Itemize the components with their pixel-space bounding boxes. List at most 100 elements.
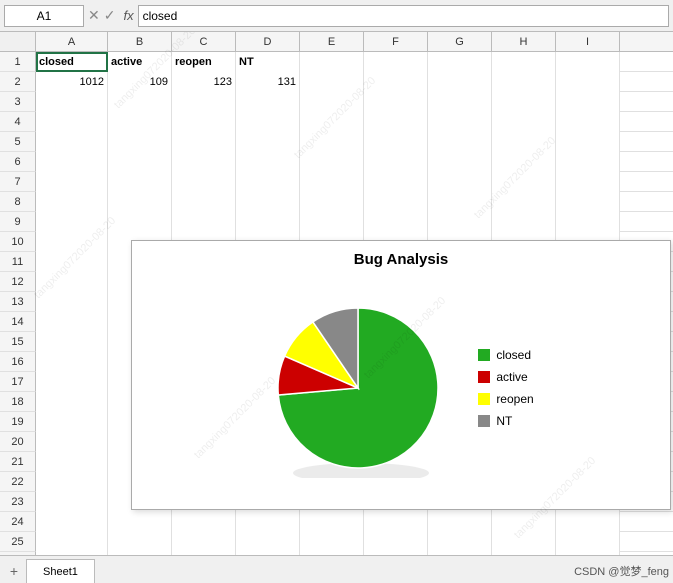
cell-r9-c2[interactable]: [108, 212, 172, 232]
cell-r17-c1[interactable]: [36, 372, 108, 392]
cell-r23-c1[interactable]: [36, 492, 108, 512]
cell-r5-c1[interactable]: [36, 132, 108, 152]
cell-r7-c9[interactable]: [556, 172, 620, 192]
cell-r1-c7[interactable]: [428, 52, 492, 72]
cell-r19-c1[interactable]: [36, 412, 108, 432]
cell-r6-c6[interactable]: [364, 152, 428, 172]
cell-r25-c4[interactable]: [236, 532, 300, 552]
cell-r26-c9[interactable]: [556, 552, 620, 555]
cell-r24-c3[interactable]: [172, 512, 236, 532]
cell-r3-c5[interactable]: [300, 92, 364, 112]
cell-r2-c4[interactable]: 131: [236, 72, 300, 92]
sheet-tab-sheet1[interactable]: Sheet1: [26, 559, 95, 583]
cell-r8-c2[interactable]: [108, 192, 172, 212]
cell-r5-c5[interactable]: [300, 132, 364, 152]
cell-r24-c2[interactable]: [108, 512, 172, 532]
chart-container[interactable]: Bug Analysis closedactivereopenNT: [131, 240, 671, 510]
row-header-10[interactable]: 10: [0, 232, 36, 252]
row-header-3[interactable]: 3: [0, 92, 36, 112]
row-header-14[interactable]: 14: [0, 312, 36, 332]
cell-r26-c6[interactable]: [364, 552, 428, 555]
cell-r5-c3[interactable]: [172, 132, 236, 152]
row-header-19[interactable]: 19: [0, 412, 36, 432]
cell-r12-c1[interactable]: [36, 272, 108, 292]
cell-r25-c5[interactable]: [300, 532, 364, 552]
cell-r22-c1[interactable]: [36, 472, 108, 492]
cell-r24-c8[interactable]: [492, 512, 556, 532]
name-box[interactable]: A1: [4, 5, 84, 27]
cell-r7-c8[interactable]: [492, 172, 556, 192]
cell-r6-c7[interactable]: [428, 152, 492, 172]
cell-r1-c1[interactable]: closed: [36, 52, 108, 72]
row-header-21[interactable]: 21: [0, 452, 36, 472]
row-header-22[interactable]: 22: [0, 472, 36, 492]
cell-r25-c2[interactable]: [108, 532, 172, 552]
cell-r9-c5[interactable]: [300, 212, 364, 232]
cell-r8-c7[interactable]: [428, 192, 492, 212]
cell-r4-c7[interactable]: [428, 112, 492, 132]
cell-r26-c5[interactable]: [300, 552, 364, 555]
cell-r3-c1[interactable]: [36, 92, 108, 112]
col-header-b[interactable]: B: [108, 32, 172, 51]
cell-r6-c5[interactable]: [300, 152, 364, 172]
cell-r8-c3[interactable]: [172, 192, 236, 212]
cell-r8-c5[interactable]: [300, 192, 364, 212]
row-header-16[interactable]: 16: [0, 352, 36, 372]
cell-r1-c9[interactable]: [556, 52, 620, 72]
col-header-d[interactable]: D: [236, 32, 300, 51]
cell-r1-c4[interactable]: NT: [236, 52, 300, 72]
row-header-17[interactable]: 17: [0, 372, 36, 392]
cell-r4-c9[interactable]: [556, 112, 620, 132]
col-header-h[interactable]: H: [492, 32, 556, 51]
cell-r24-c1[interactable]: [36, 512, 108, 532]
row-header-5[interactable]: 5: [0, 132, 36, 152]
cell-r2-c1[interactable]: 1012: [36, 72, 108, 92]
cell-r9-c7[interactable]: [428, 212, 492, 232]
cell-r25-c7[interactable]: [428, 532, 492, 552]
cell-r4-c6[interactable]: [364, 112, 428, 132]
cell-r6-c8[interactable]: [492, 152, 556, 172]
cell-r5-c9[interactable]: [556, 132, 620, 152]
cell-r13-c1[interactable]: [36, 292, 108, 312]
cell-r4-c1[interactable]: [36, 112, 108, 132]
cell-r16-c1[interactable]: [36, 352, 108, 372]
cell-r4-c2[interactable]: [108, 112, 172, 132]
col-header-a[interactable]: A: [36, 32, 108, 51]
row-header-4[interactable]: 4: [0, 112, 36, 132]
cell-r3-c6[interactable]: [364, 92, 428, 112]
cell-r4-c8[interactable]: [492, 112, 556, 132]
cell-r8-c9[interactable]: [556, 192, 620, 212]
cell-r24-c4[interactable]: [236, 512, 300, 532]
cell-r7-c5[interactable]: [300, 172, 364, 192]
cell-r4-c5[interactable]: [300, 112, 364, 132]
cell-r24-c6[interactable]: [364, 512, 428, 532]
cell-r5-c7[interactable]: [428, 132, 492, 152]
cell-r20-c1[interactable]: [36, 432, 108, 452]
cell-r3-c9[interactable]: [556, 92, 620, 112]
cell-r8-c8[interactable]: [492, 192, 556, 212]
cell-r7-c4[interactable]: [236, 172, 300, 192]
cell-r5-c4[interactable]: [236, 132, 300, 152]
cell-r5-c2[interactable]: [108, 132, 172, 152]
cell-r25-c1[interactable]: [36, 532, 108, 552]
cell-r3-c3[interactable]: [172, 92, 236, 112]
cell-r4-c3[interactable]: [172, 112, 236, 132]
cell-r7-c6[interactable]: [364, 172, 428, 192]
cell-r6-c4[interactable]: [236, 152, 300, 172]
col-header-e[interactable]: E: [300, 32, 364, 51]
cell-r3-c4[interactable]: [236, 92, 300, 112]
cell-r25-c8[interactable]: [492, 532, 556, 552]
row-header-6[interactable]: 6: [0, 152, 36, 172]
cell-r24-c7[interactable]: [428, 512, 492, 532]
cell-r2-c8[interactable]: [492, 72, 556, 92]
row-header-26[interactable]: 26: [0, 552, 36, 555]
cancel-icon[interactable]: ✕: [88, 7, 100, 24]
cell-r6-c9[interactable]: [556, 152, 620, 172]
cell-r18-c1[interactable]: [36, 392, 108, 412]
cell-r1-c6[interactable]: [364, 52, 428, 72]
cell-r24-c9[interactable]: [556, 512, 620, 532]
cell-r9-c6[interactable]: [364, 212, 428, 232]
cell-r1-c8[interactable]: [492, 52, 556, 72]
col-header-f[interactable]: F: [364, 32, 428, 51]
row-header-1[interactable]: 1: [0, 52, 36, 72]
